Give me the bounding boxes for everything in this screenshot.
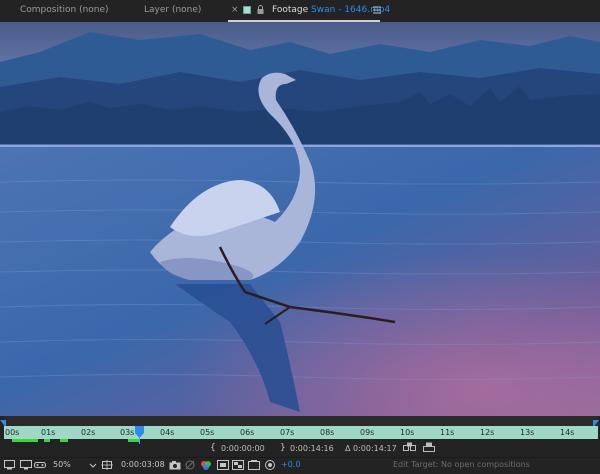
mask-path-icon[interactable] (248, 460, 260, 470)
ruler-tick: 12s (480, 428, 495, 437)
ruler-tick: 07s (280, 428, 295, 437)
current-time-line (139, 438, 140, 444)
in-point-time[interactable]: 0:00:00:00 (221, 444, 265, 453)
cache-indicator (60, 439, 68, 442)
ripple-insert-edit-icon[interactable] (403, 442, 417, 452)
monitor-icon[interactable] (20, 460, 32, 470)
exposure-value[interactable]: +0.0 (281, 460, 300, 469)
resolution-icon[interactable] (217, 460, 229, 470)
ruler-tick: 05s (200, 428, 215, 437)
ruler-tick: 06s (240, 428, 255, 437)
footage-frame (0, 22, 600, 416)
always-preview-icon[interactable] (4, 460, 16, 470)
ruler-tick: 14s (560, 428, 575, 437)
exposure-reset-icon[interactable] (264, 460, 276, 470)
ruler-tick: 04s (160, 428, 175, 437)
transparency-grid-icon[interactable] (232, 460, 244, 470)
ruler-tick: 11s (440, 428, 455, 437)
region-of-interest-icon[interactable] (101, 460, 113, 470)
ruler-tick: 01s (41, 428, 56, 437)
ruler-tick: 03s (120, 428, 135, 437)
lock-icon[interactable] (257, 5, 264, 15)
ruler-tick: 00s (5, 428, 20, 437)
label-color-swatch[interactable] (243, 6, 251, 14)
in-point-icon[interactable]: { (210, 443, 216, 453)
ruler-tick: 08s (320, 428, 335, 437)
footage-tab-prefix: Footage (272, 5, 309, 15)
panel-menu-icon[interactable] (373, 6, 381, 14)
show-snapshot-icon[interactable] (184, 460, 196, 470)
current-time-display[interactable]: 0:00:03:08 (121, 460, 165, 469)
out-point-icon[interactable]: } (280, 443, 286, 453)
ruler-tick: 10s (400, 428, 415, 437)
cache-indicator (44, 439, 50, 442)
magnification-dropdown[interactable]: 50% (53, 460, 71, 469)
chevron-down-icon[interactable] (89, 460, 97, 470)
camera-icon[interactable] (169, 460, 181, 470)
current-time-indicator[interactable] (135, 426, 144, 438)
vr-goggles-icon[interactable] (34, 460, 46, 470)
ruler-tick: 09s (360, 428, 375, 437)
ruler-tick: 02s (81, 428, 96, 437)
ruler-tick: 13s (520, 428, 535, 437)
cache-indicator (12, 439, 38, 442)
duration-time: Δ 0:00:14:17 (345, 444, 397, 453)
tab-composition[interactable]: Composition (none) (20, 0, 109, 22)
overlay-edit-icon[interactable] (422, 442, 436, 452)
time-navigator[interactable] (4, 416, 598, 426)
edit-target-status: Edit Target: No open compositions (393, 460, 530, 469)
footage-viewer[interactable] (0, 22, 600, 416)
close-icon[interactable]: × (231, 0, 239, 21)
tab-layer[interactable]: Layer (none) (144, 0, 201, 22)
out-point-time[interactable]: 0:00:14:16 (290, 444, 334, 453)
viewer-tab-bar: Composition (none) Layer (none) × Footag… (0, 0, 600, 22)
color-channels-icon[interactable] (200, 460, 212, 470)
